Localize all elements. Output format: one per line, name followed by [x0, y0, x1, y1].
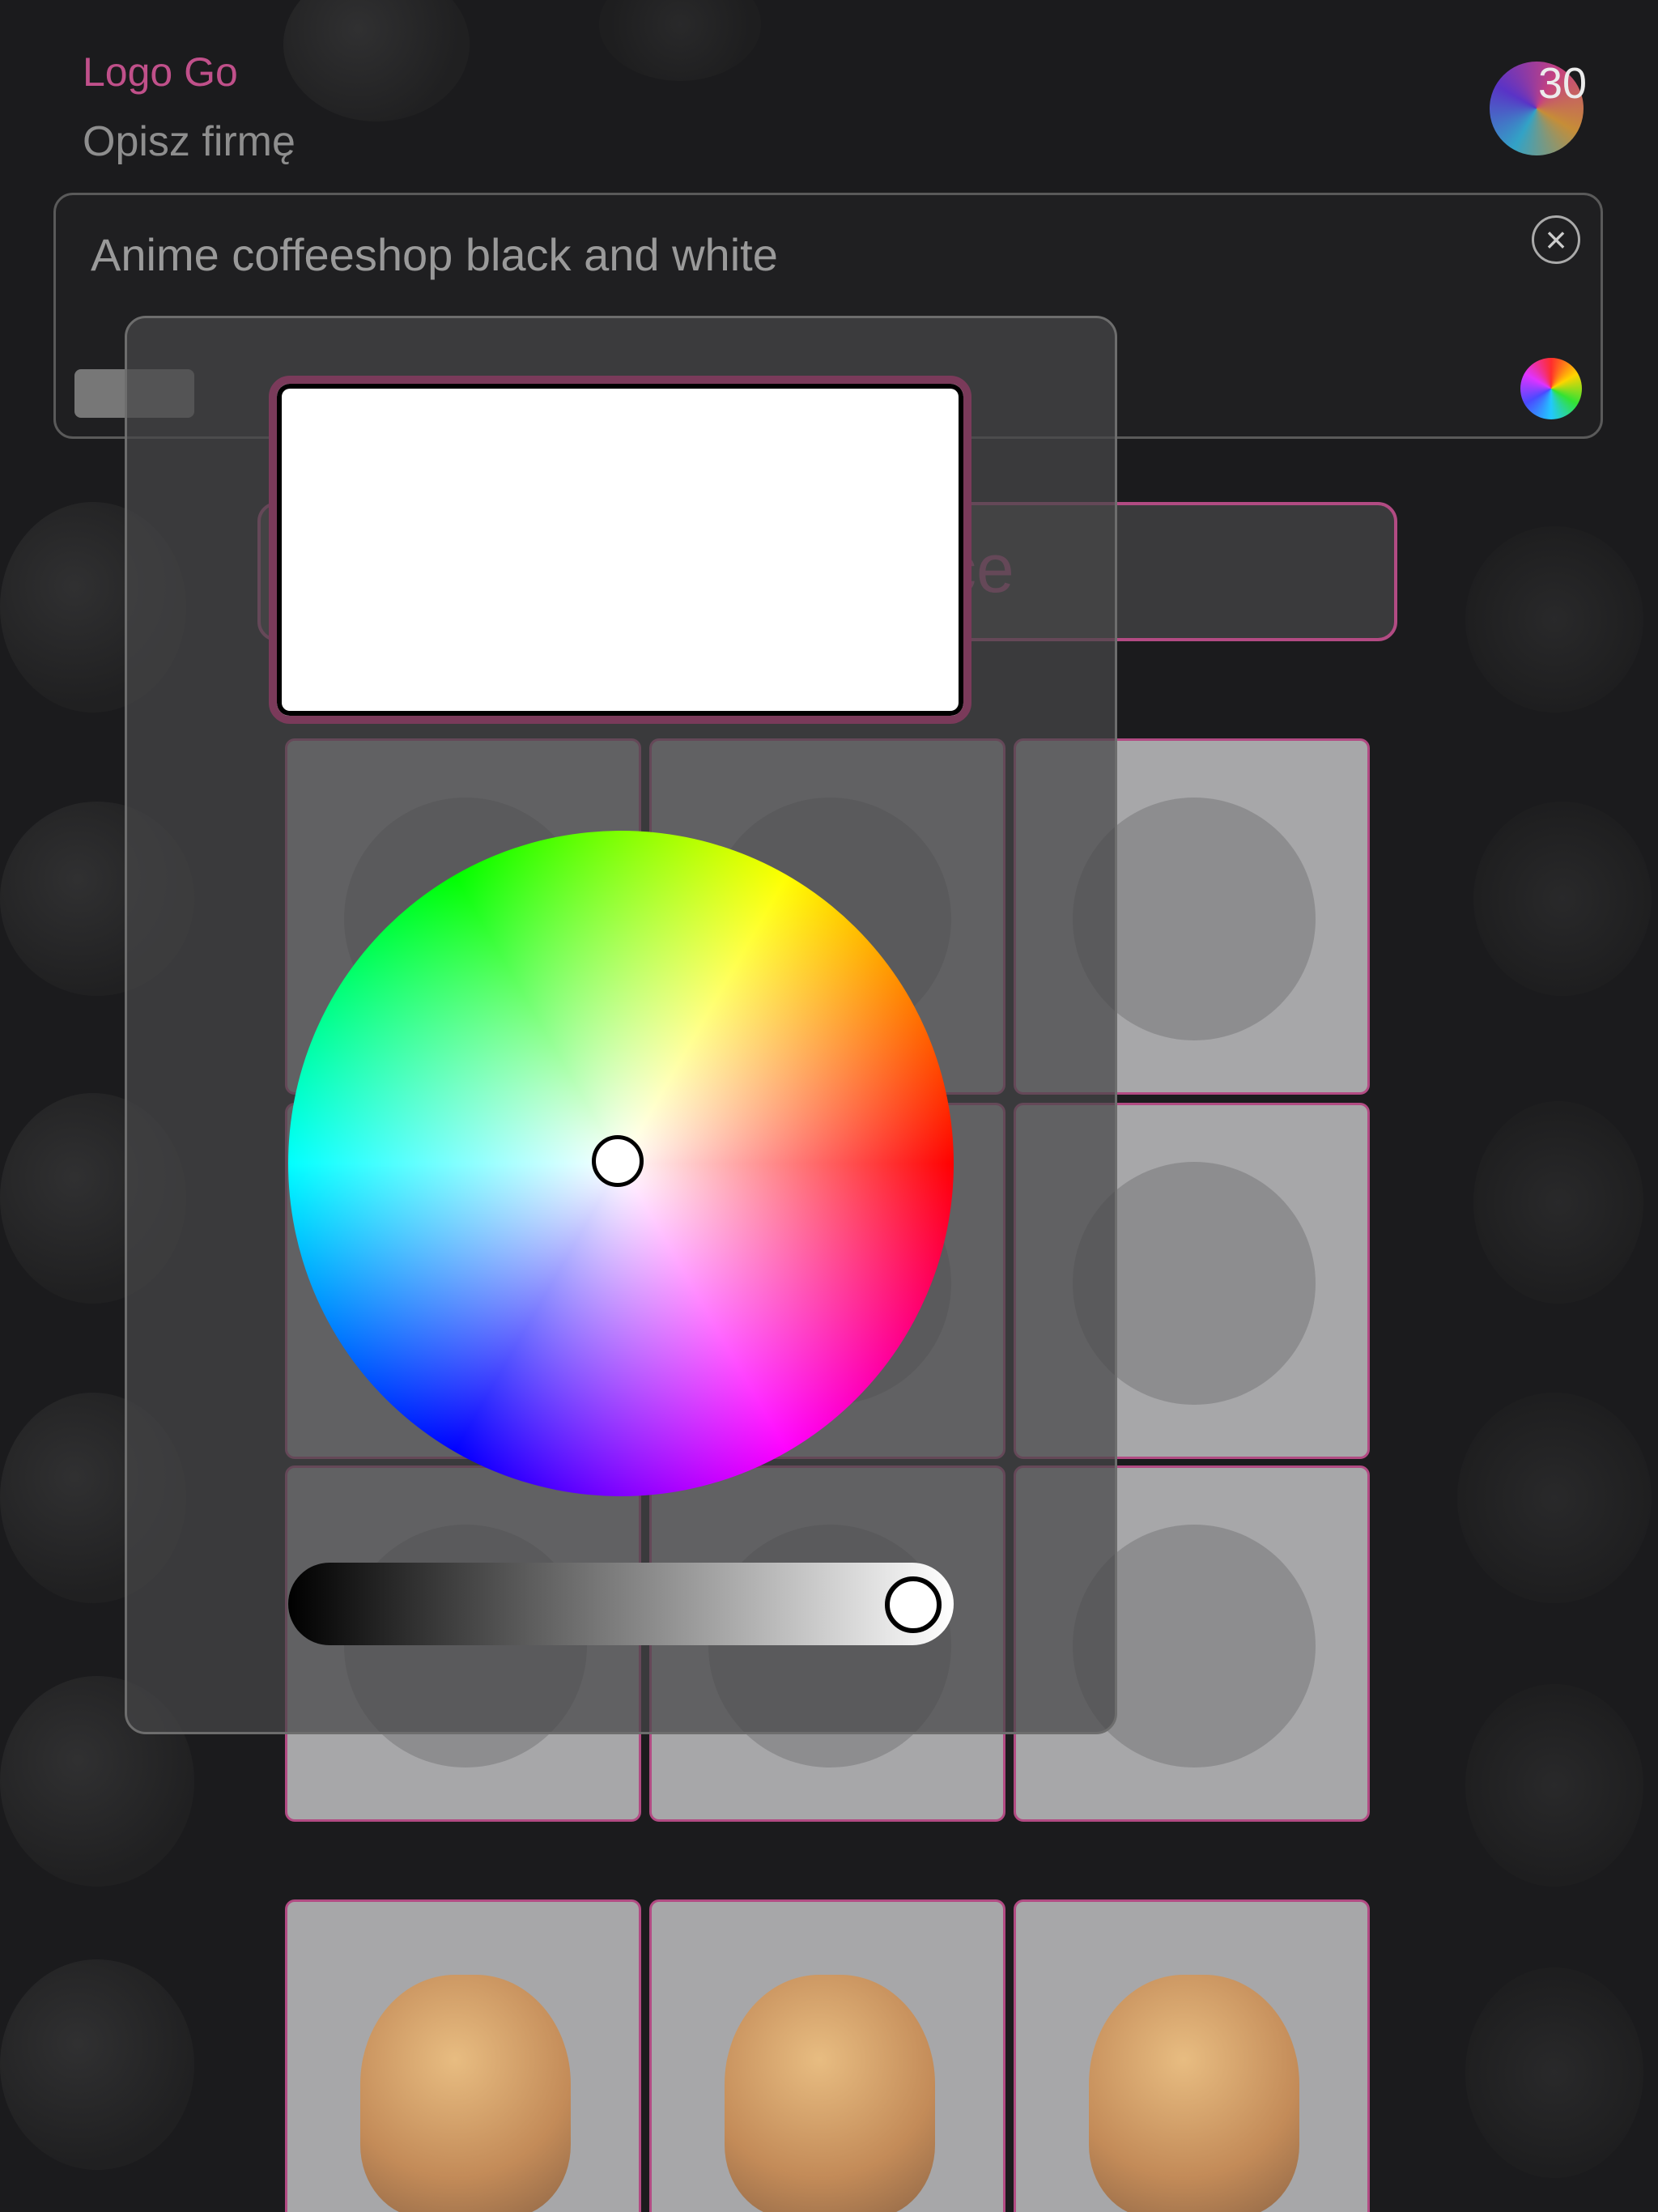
logo-tile[interactable] — [285, 1899, 641, 2212]
page-subtitle: Opisz firmę — [83, 118, 295, 165]
logo-tile[interactable] — [649, 1899, 1005, 2212]
brightness-slider-thumb[interactable] — [885, 1576, 942, 1633]
puppy-shopping-icon — [1089, 1975, 1299, 2212]
puppy-shopping-icon — [360, 1975, 571, 2212]
clear-icon[interactable]: × — [1532, 215, 1580, 264]
background-logo — [1465, 1684, 1643, 1887]
prompt-input[interactable]: Anime coffeeshop black and white — [91, 228, 778, 281]
color-wheel-icon[interactable] — [1520, 358, 1582, 419]
color-wheel-handle[interactable] — [592, 1135, 644, 1187]
app-title: Logo Go — [83, 49, 238, 95]
background-logo — [1465, 526, 1643, 713]
credits-count: 30 — [1538, 59, 1588, 108]
brightness-slider[interactable] — [288, 1563, 954, 1645]
background-logo — [1457, 1393, 1652, 1603]
background-logo — [0, 1959, 194, 2170]
background-logo — [599, 0, 761, 81]
color-preview — [269, 376, 971, 724]
background-logo — [1473, 802, 1652, 996]
background-logo — [1473, 1101, 1643, 1304]
puppy-shopping-icon — [725, 1975, 935, 2212]
background-logo — [1465, 1967, 1643, 2178]
background-logo — [283, 0, 470, 121]
logo-tile[interactable] — [1014, 1899, 1370, 2212]
